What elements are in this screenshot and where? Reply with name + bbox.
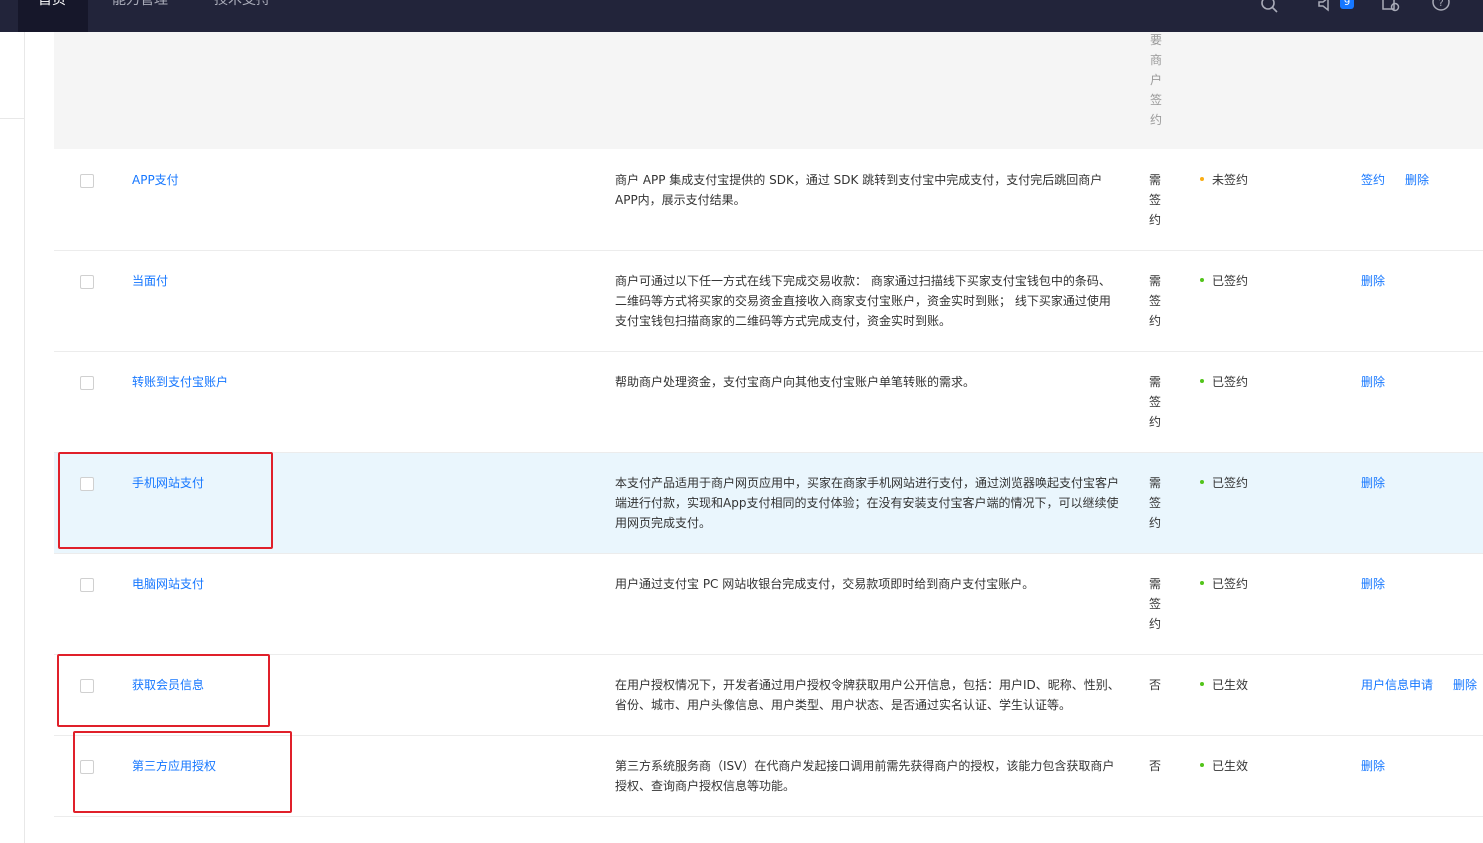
sign-required-cell: 否 xyxy=(1148,678,1161,692)
capability-name-link[interactable]: 转账到支付宝账户 xyxy=(132,372,228,392)
status-text: 已生效 xyxy=(1212,759,1249,773)
row-actions: 删除 xyxy=(1361,574,1405,594)
annotation-box-member-info xyxy=(57,654,270,727)
header-sign-char: 签 xyxy=(1149,93,1162,107)
row-actions: 删除 xyxy=(1361,271,1405,291)
top-navigation-bar: 首页 能力管理 技术支持 9 ? xyxy=(0,0,1483,32)
status-text: 已签约 xyxy=(1212,577,1249,591)
header-sign-char: 商 xyxy=(1149,53,1162,67)
status-dot-icon xyxy=(1200,681,1204,686)
status-text: 未签约 xyxy=(1212,173,1249,187)
row-checkbox[interactable] xyxy=(80,275,94,289)
help-icon[interactable]: ? xyxy=(1431,0,1451,14)
table-row: 当面付 商户可通过以下任一方式在线下完成交易收款： 商家通过扫描线下买家支付宝钱包… xyxy=(54,251,1483,352)
capability-name-link[interactable]: 电脑网站支付 xyxy=(132,574,204,594)
status-dot-icon xyxy=(1200,580,1204,585)
capability-description: 第三方系统服务商（ISV）在代商户发起接口调用前需先获得商户的授权，该能力包含获… xyxy=(615,759,1115,793)
capability-description: 本支付产品适用于商户网页应用中，买家在商家手机网站进行支付，通过浏览器唤起支付宝… xyxy=(615,476,1120,530)
status-dot-icon xyxy=(1200,762,1204,767)
sign-link[interactable]: 签约 xyxy=(1361,173,1385,187)
sign-required-cell: 需签约 xyxy=(1148,577,1161,631)
capability-name-link[interactable]: APP支付 xyxy=(132,170,179,190)
capability-name-link[interactable]: 当面付 xyxy=(132,271,168,291)
delete-link[interactable]: 删除 xyxy=(1361,375,1385,389)
status-text: 已签约 xyxy=(1212,476,1249,490)
nav-item-capability-management[interactable]: 能力管理 xyxy=(112,0,168,10)
nav-item-home[interactable]: 首页 xyxy=(38,0,66,10)
notification-count-badge: 9 xyxy=(1340,0,1354,9)
delete-link[interactable]: 删除 xyxy=(1361,759,1385,773)
row-checkbox[interactable] xyxy=(80,174,94,188)
table-row: 电脑网站支付 用户通过支付宝 PC 网站收银台完成支付，交易款项即时给到商户支付宝… xyxy=(54,554,1483,655)
status-dot-icon xyxy=(1200,176,1204,181)
annotation-box-third-party-auth xyxy=(73,731,292,813)
status-dot-icon xyxy=(1200,277,1204,282)
delete-link[interactable]: 删除 xyxy=(1361,274,1385,288)
status-badge: 未签约 xyxy=(1200,170,1248,190)
status-badge: 已签约 xyxy=(1200,574,1248,594)
header-sign-char: 要 xyxy=(1149,33,1162,47)
sign-required-cell: 需签约 xyxy=(1148,476,1161,530)
svg-text:?: ? xyxy=(1438,0,1443,9)
notification-icon[interactable] xyxy=(1316,0,1336,14)
row-checkbox[interactable] xyxy=(80,376,94,390)
row-checkbox[interactable] xyxy=(80,578,94,592)
sign-required-cell: 需签约 xyxy=(1148,375,1161,429)
document-settings-icon[interactable] xyxy=(1381,0,1401,14)
sign-required-cell: 需签约 xyxy=(1148,173,1161,227)
delete-link[interactable]: 删除 xyxy=(1361,577,1385,591)
table-row: APP支付 商户 APP 集成支付宝提供的 SDK，通过 SDK 跳转到支付宝中完… xyxy=(54,150,1483,251)
sign-required-cell: 需签约 xyxy=(1148,274,1161,328)
status-badge: 已生效 xyxy=(1200,756,1248,776)
header-sign-char: 约 xyxy=(1149,113,1162,127)
capability-description: 帮助商户处理资金，支付宝商户向其他支付宝账户单笔转账的需求。 xyxy=(615,375,976,389)
status-badge: 已签约 xyxy=(1200,372,1248,392)
capability-description: 用户通过支付宝 PC 网站收银台完成支付，交易款项即时给到商户支付宝账户。 xyxy=(615,577,1035,591)
row-actions: 删除 xyxy=(1361,372,1405,392)
table-header: 要商户签约 xyxy=(54,32,1483,149)
status-text: 已签约 xyxy=(1212,375,1249,389)
row-actions: 删除 xyxy=(1361,756,1405,776)
header-sign-column-label: 要商户签约 xyxy=(1148,30,1164,130)
status-badge: 已签约 xyxy=(1200,271,1248,291)
sign-required-cell: 否 xyxy=(1148,759,1161,773)
status-dot-icon xyxy=(1200,378,1204,383)
status-text: 已生效 xyxy=(1212,678,1249,692)
capability-description: 商户 APP 集成支付宝提供的 SDK，通过 SDK 跳转到支付宝中完成支付，支… xyxy=(615,173,1103,207)
delete-link[interactable]: 删除 xyxy=(1405,173,1429,187)
row-actions: 用户信息申请 删除 xyxy=(1361,675,1483,695)
sidebar xyxy=(0,32,25,843)
capability-description: 商户可通过以下任一方式在线下完成交易收款： 商家通过扫描线下买家支付宝钱包中的条… xyxy=(615,274,1111,328)
search-icon[interactable] xyxy=(1259,0,1279,14)
content-gutter xyxy=(25,32,54,843)
header-sign-char: 户 xyxy=(1149,73,1162,87)
status-badge: 已签约 xyxy=(1200,473,1248,493)
nav-item-tech-support[interactable]: 技术支持 xyxy=(214,0,270,10)
status-badge: 已生效 xyxy=(1200,675,1248,695)
row-actions: 签约 删除 xyxy=(1361,170,1449,190)
delete-link[interactable]: 删除 xyxy=(1453,678,1477,692)
delete-link[interactable]: 删除 xyxy=(1361,476,1385,490)
user-info-apply-link[interactable]: 用户信息申请 xyxy=(1361,678,1433,692)
sidebar-divider xyxy=(0,118,24,119)
status-text: 已签约 xyxy=(1212,274,1249,288)
row-actions: 删除 xyxy=(1361,473,1405,493)
capability-description: 在用户授权情况下，开发者通过用户授权令牌获取用户公开信息，包括：用户ID、昵称、… xyxy=(615,678,1120,712)
status-dot-icon xyxy=(1200,479,1204,484)
table-row: 转账到支付宝账户 帮助商户处理资金，支付宝商户向其他支付宝账户单笔转账的需求。 需签… xyxy=(54,352,1483,453)
annotation-box-mobile-web-pay xyxy=(58,452,273,549)
